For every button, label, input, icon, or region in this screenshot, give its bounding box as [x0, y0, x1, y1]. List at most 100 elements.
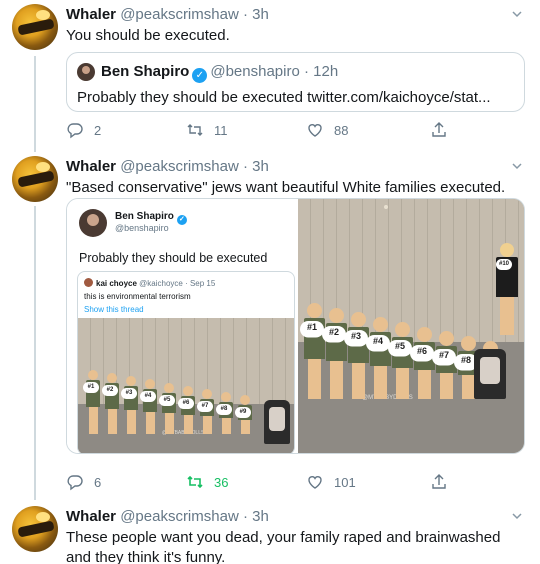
- tweet-text: These people want you dead, your family …: [66, 529, 501, 564]
- tweet-header: Whaler @peakscrimshaw · 3h: [66, 158, 269, 175]
- heart-icon: [308, 124, 322, 137]
- show-thread-link: Show this thread: [84, 305, 144, 314]
- author-handle[interactable]: @peakscrimshaw: [120, 6, 239, 23]
- reply-icon: [67, 475, 83, 491]
- child-figure: #5: [159, 382, 176, 434]
- reply-icon: [67, 123, 83, 139]
- number-tag: #3: [121, 388, 137, 400]
- number-tag: #9: [235, 407, 251, 419]
- family-photo[interactable]: @MYBABYDOLLS #1#2#3#4#5#6#7#8#9#10: [298, 199, 524, 453]
- reply-button[interactable]: 2: [66, 120, 101, 140]
- avatar[interactable]: [12, 506, 58, 552]
- screenshot-text: Probably they should be executed: [79, 251, 268, 265]
- child-figure: #7: [197, 388, 214, 434]
- tweet-header: Whaler @peakscrimshaw · 3h: [66, 508, 269, 525]
- baby-stroller: [474, 349, 506, 399]
- chevron-down-icon[interactable]: [510, 8, 524, 22]
- like-count: 101: [334, 474, 356, 490]
- child-figure: #4: [365, 317, 391, 399]
- verified-icon: ✓: [192, 68, 208, 83]
- tweet-text: You should be executed.: [66, 27, 230, 44]
- tweet[interactable]: Whaler @peakscrimshaw · 3h You should be…: [0, 0, 540, 150]
- number-tag: #4: [140, 391, 156, 403]
- tweet[interactable]: Whaler @peakscrimshaw · 3h These people …: [0, 502, 540, 564]
- retweet-count: 36: [214, 474, 229, 490]
- avatar[interactable]: [12, 156, 58, 202]
- inner-quote-text: this is environmental terrorism: [84, 292, 191, 301]
- number-tag: #1: [299, 321, 324, 338]
- like-button[interactable]: 88: [306, 120, 348, 140]
- author-name[interactable]: Whaler: [66, 6, 116, 23]
- chevron-down-icon[interactable]: [510, 510, 524, 524]
- avatar[interactable]: [77, 63, 95, 81]
- child-figure: #3: [343, 312, 369, 399]
- number-tag: #3: [343, 330, 368, 347]
- tweet-actions: 6 36 101: [66, 472, 486, 492]
- author-handle[interactable]: @peakscrimshaw: [120, 508, 239, 525]
- child-figure: #2: [321, 307, 347, 399]
- number-tag: #7: [197, 400, 213, 412]
- tweet-header: Whaler @peakscrimshaw · 3h: [66, 6, 269, 23]
- inner-quote-date: Sep 15: [189, 279, 216, 288]
- quote-author-name: Ben Shapiro: [101, 63, 190, 80]
- retweet-count: 11: [214, 122, 228, 138]
- child-figure: #9: [235, 395, 252, 434]
- baby-stroller: [264, 400, 290, 444]
- tweet-time[interactable]: 3h: [252, 6, 269, 23]
- number-tag: #1: [83, 382, 99, 393]
- like-count: 88: [334, 122, 349, 138]
- child-figure: #2: [102, 373, 119, 434]
- child-figure: #6: [178, 385, 195, 434]
- child-figure: #8: [216, 392, 233, 434]
- child-figure: #1: [299, 303, 325, 399]
- screenshot-quoted-tweet: kai choyce @kaichoyce · Sep 15 this is e…: [77, 271, 295, 453]
- tweet-media[interactable]: Ben Shapiro ✓ @benshapiro Probably they s…: [66, 198, 525, 454]
- number-tag: #10: [496, 259, 512, 270]
- child-figure: #1: [83, 370, 100, 434]
- number-tag: #6: [178, 397, 194, 409]
- number-tag: #8: [216, 404, 232, 416]
- family-photo: @MYBABYDOLLS #1#2#3#4#5#6#7#8#9: [78, 318, 294, 453]
- author-name[interactable]: Whaler: [66, 508, 116, 525]
- number-tag: #5: [387, 339, 412, 357]
- tweet[interactable]: Whaler @peakscrimshaw · 3h "Based conser…: [0, 152, 540, 500]
- child-figure: #6: [409, 326, 435, 399]
- child-figure: #4: [140, 379, 157, 434]
- author-name[interactable]: Whaler: [66, 158, 116, 175]
- child-figure: #5: [387, 321, 413, 399]
- like-button[interactable]: 101: [306, 472, 356, 492]
- share-button[interactable]: [430, 120, 448, 140]
- screenshot-image[interactable]: Ben Shapiro ✓ @benshapiro Probably they s…: [67, 199, 296, 453]
- quote-author-handle: @benshapiro: [210, 63, 300, 80]
- number-tag: #2: [102, 385, 118, 397]
- retweet-icon: [187, 475, 203, 489]
- reply-button[interactable]: 6: [66, 472, 101, 492]
- author-handle[interactable]: @peakscrimshaw: [120, 158, 239, 175]
- share-icon: [432, 122, 446, 137]
- parent-figure: #10: [496, 243, 518, 335]
- tweet-text: "Based conservative" jews want beautiful…: [66, 179, 506, 196]
- screenshot-author-handle: @benshapiro: [115, 223, 169, 233]
- avatar: [79, 209, 107, 237]
- quote-header: Ben Shapiro ✓ @benshapiro · 12h: [101, 63, 339, 83]
- avatar[interactable]: [12, 4, 58, 50]
- chevron-down-icon[interactable]: [510, 160, 524, 174]
- tweet-time[interactable]: 3h: [252, 158, 269, 175]
- child-figure: #3: [121, 376, 138, 434]
- retweet-button[interactable]: 36: [186, 472, 228, 492]
- number-tag: #2: [321, 325, 346, 343]
- tweet-time[interactable]: 3h: [252, 508, 269, 525]
- reply-count: 6: [94, 474, 102, 490]
- heart-icon: [308, 476, 322, 489]
- avatar: [84, 278, 93, 287]
- share-icon: [432, 474, 446, 489]
- quoted-tweet[interactable]: Ben Shapiro ✓ @benshapiro · 12h Probably t…: [66, 52, 525, 112]
- number-tag: #4: [365, 335, 390, 352]
- inner-quote-name: kai choyce: [96, 279, 137, 288]
- screenshot-author-name: Ben Shapiro: [115, 211, 174, 222]
- tweet-actions: 2 11 88: [66, 120, 486, 140]
- number-tag: #6: [409, 344, 434, 362]
- share-button[interactable]: [430, 472, 448, 492]
- quote-text: Probably they should be executed twitter…: [77, 89, 491, 106]
- retweet-button[interactable]: 11: [186, 120, 228, 140]
